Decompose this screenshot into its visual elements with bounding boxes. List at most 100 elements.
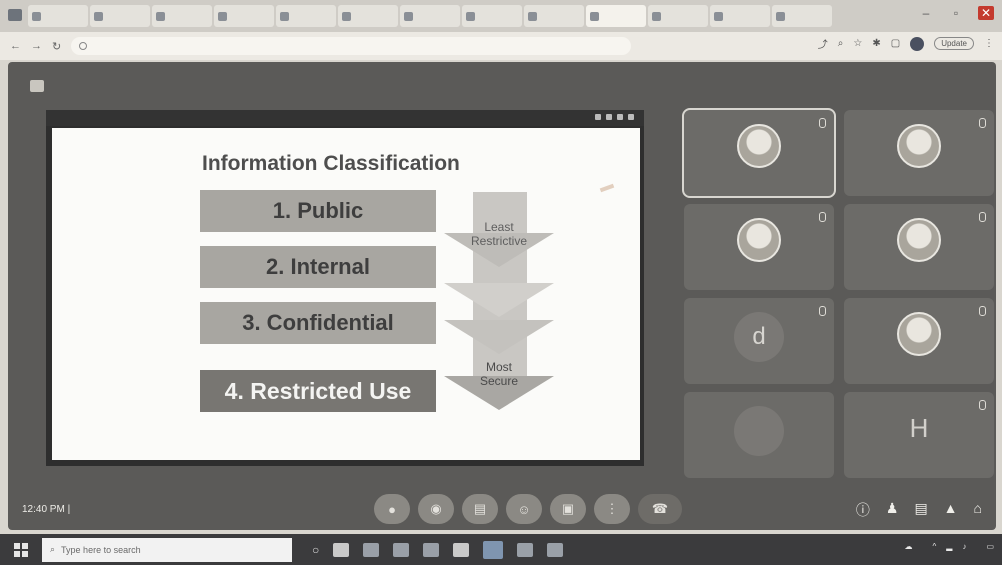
extensions-icon[interactable]: ✱ [872,38,880,49]
app-icon[interactable] [547,542,564,557]
app-icon[interactable] [517,542,534,557]
mic-off-icon [819,212,826,222]
browser-tab[interactable] [772,5,832,27]
present-icon[interactable]: ▣ [550,494,586,524]
profile-avatar[interactable] [910,36,925,51]
mic-off-icon [979,212,986,222]
forward-icon[interactable]: → [31,40,42,52]
sidebar-icon[interactable]: ▢ [891,38,900,49]
tab-favicon-icon [776,11,785,21]
classification-level-internal: 2. Internal [200,246,436,288]
people-icon[interactable]: ♟ [886,500,899,520]
browser-menu-dots-icon[interactable]: ⋮ [984,38,994,49]
browser-tab[interactable] [462,5,522,27]
browser-tab[interactable] [152,5,212,27]
browser-tab-active[interactable] [586,5,646,27]
participant-tile[interactable]: H [844,392,994,478]
presentation-slide: Information Classification 1. Public 2. … [52,128,640,460]
browser-tab[interactable] [214,5,274,27]
participant-tile[interactable] [684,204,834,290]
share-icon[interactable]: ⤴ [818,36,828,51]
mic-off-icon [819,118,826,128]
maximize-icon[interactable]: ▫ [948,6,964,20]
network-icon[interactable]: ▂ [946,542,952,551]
arrow-label-bottom: Most Secure [479,360,519,388]
browser-tab[interactable] [276,5,336,27]
activities-icon[interactable]: ▲ [944,500,958,520]
mic-icon[interactable]: ● [374,494,410,524]
shared-screen: Information Classification 1. Public 2. … [46,110,644,466]
participant-avatar [734,406,784,456]
chrome-icon[interactable] [483,540,504,559]
classification-level-restricted: 4. Restricted Use [200,370,436,412]
participant-tile[interactable] [844,298,994,384]
participant-avatar [897,312,941,356]
search-icon: ⌕ [50,544,56,554]
browser-toolbar: ⤴ ⌕ ☆ ✱ ▢ Update ⋮ [818,36,994,51]
browser-menu-icon[interactable] [8,9,22,21]
app-icon[interactable] [453,542,470,557]
browser-tab[interactable] [648,5,708,27]
volume-icon[interactable]: ♪ [962,542,966,551]
browser-tab[interactable] [338,5,398,27]
participant-avatar [897,218,941,262]
mic-off-icon [979,400,986,410]
address-bar-row: ← → ↻ ⤴ ⌕ ☆ ✱ ▢ Update ⋮ [0,32,1002,60]
participant-tile[interactable] [844,110,994,196]
url-field[interactable] [71,37,632,55]
star-icon[interactable]: ☆ [853,38,862,49]
browser-tab[interactable] [524,5,584,27]
weather-icon[interactable]: ☁ [905,542,913,551]
tab-favicon-icon [466,11,475,21]
captions-icon[interactable]: ▤ [462,494,498,524]
browser-tab[interactable] [90,5,150,27]
browser-tab[interactable] [400,5,460,27]
task-view-icon[interactable] [333,542,350,557]
zoom-icon[interactable]: ⌕ [838,38,844,49]
file-explorer-icon[interactable] [393,542,410,557]
arrow-chevron [444,283,554,317]
chat-icon[interactable]: ▤ [914,500,927,520]
participant-avatar [737,124,781,168]
back-icon[interactable]: ← [10,40,21,52]
app-icon[interactable] [423,542,440,557]
toolbar-icon [628,114,634,120]
call-controls: ● ◉ ▤ ☺ ▣ ⋮ ☎ [374,494,682,524]
update-button[interactable]: Update [934,37,974,50]
shared-window-icons [595,114,634,120]
tab-favicon-icon [404,11,413,21]
classification-level-confidential: 3. Confidential [200,302,436,344]
host-controls-icon[interactable]: ⌂ [974,500,982,520]
notifications-icon[interactable]: ▭ [986,542,994,551]
camera-icon[interactable]: ◉ [418,494,454,524]
tab-favicon-icon [94,11,103,21]
close-icon[interactable]: ✕ [978,6,994,20]
mic-off-icon [979,306,986,316]
more-options-icon[interactable]: ⋮ [594,494,630,524]
browser-tab[interactable] [710,5,770,27]
edge-icon[interactable] [363,542,380,557]
meeting-controls-bar: 12:40 PM | ● ◉ ▤ ☺ ▣ ⋮ ☎ ⓘ ♟ ▤ ▲ ⌂ [8,494,996,530]
presentation-icon [30,80,44,92]
reload-icon[interactable]: ↻ [52,40,61,53]
taskbar-search-input[interactable]: ⌕ Type here to search [42,537,292,562]
tab-favicon-icon [218,11,227,21]
participant-tile[interactable] [844,204,994,290]
tab-favicon-icon [156,11,165,21]
participant-tile[interactable] [682,108,836,198]
side-controls: ⓘ ♟ ▤ ▲ ⌂ [856,500,982,520]
cortana-icon[interactable]: ○ [312,543,319,557]
emoji-icon[interactable]: ☺ [506,494,542,524]
info-icon[interactable]: ⓘ [856,500,870,520]
slide-title: Information Classification [202,152,460,175]
cursor-mark [599,183,615,193]
end-call-icon[interactable]: ☎ [638,494,682,524]
windows-start-icon[interactable] [14,542,28,557]
browser-tab[interactable] [28,5,88,27]
tray-chevron-icon[interactable]: ^ [933,542,937,551]
minimize-icon[interactable]: – [918,6,934,20]
participant-avatar: d [734,312,784,362]
participant-tile[interactable] [684,392,834,478]
participant-tile[interactable]: d [684,298,834,384]
arrow-chevron [444,320,554,354]
